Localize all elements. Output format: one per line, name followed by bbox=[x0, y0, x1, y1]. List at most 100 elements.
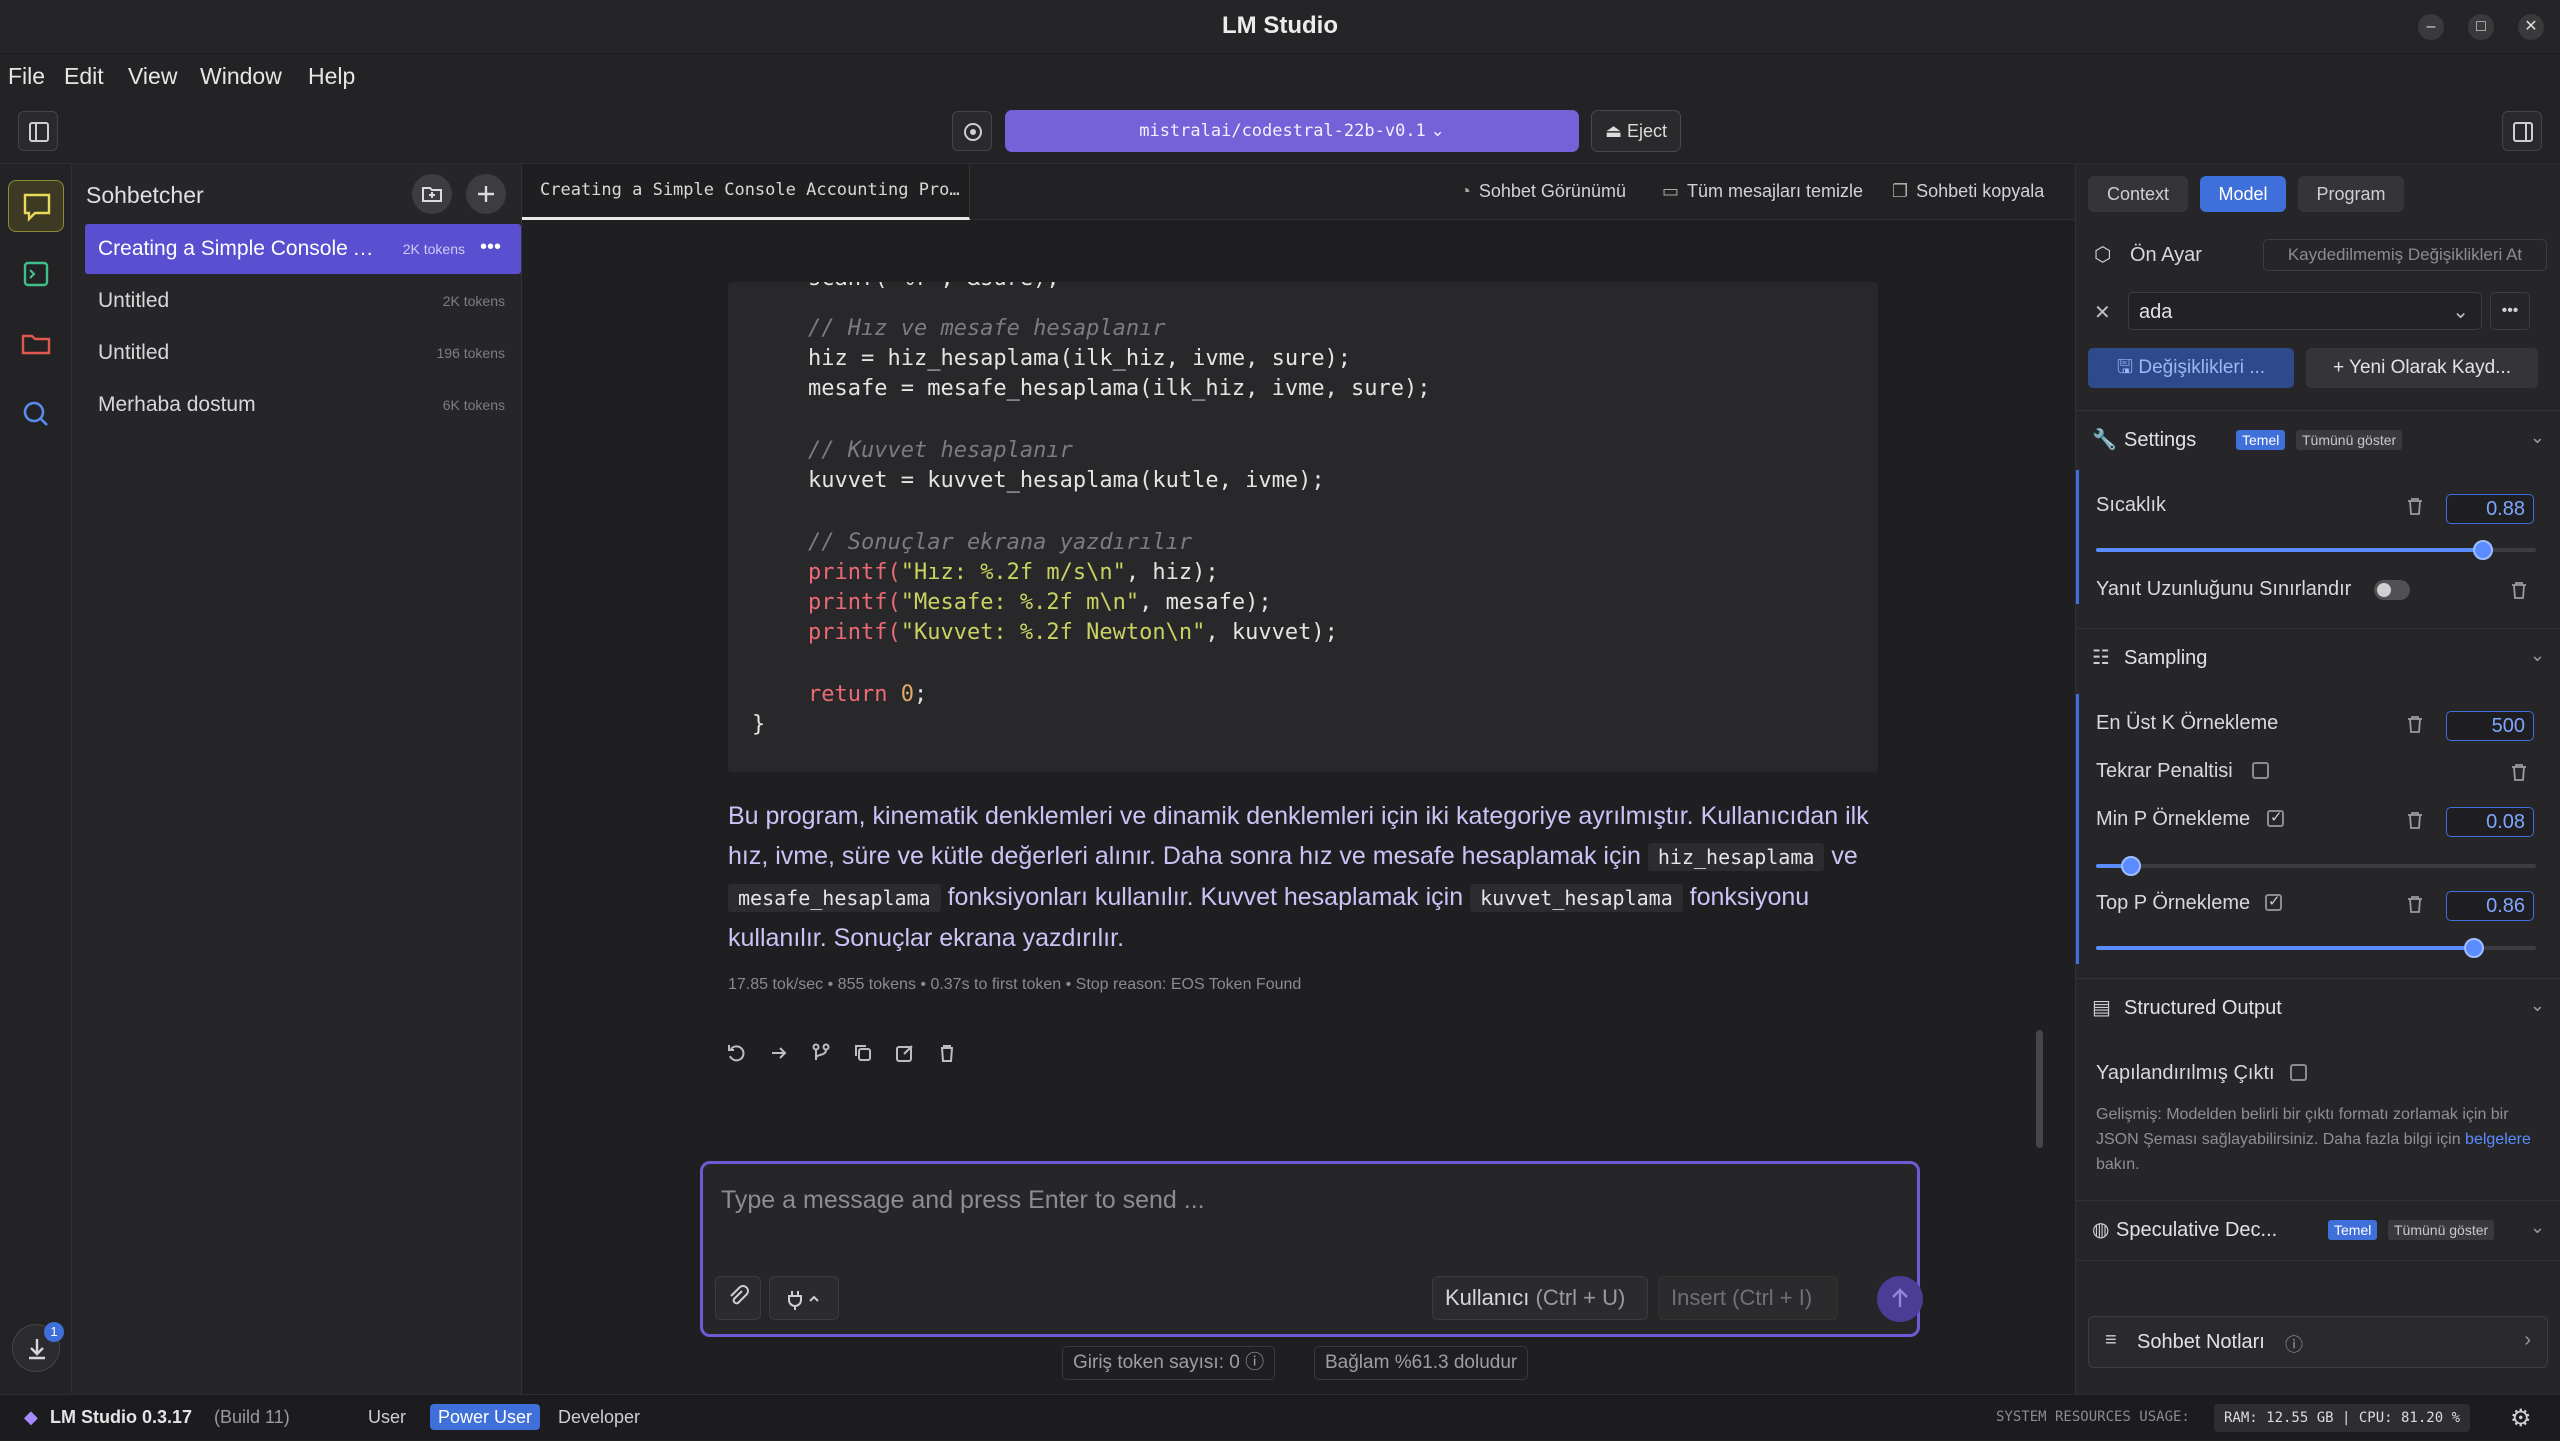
message-composer[interactable]: Type a message and press Enter to send .… bbox=[700, 1161, 1923, 1337]
limit-length-toggle[interactable] bbox=[2374, 580, 2410, 600]
mode-developer[interactable]: Developer bbox=[550, 1404, 648, 1430]
sampling-section-header[interactable]: ☷ Sampling ⌄ bbox=[2076, 628, 2560, 688]
copy-chat-button[interactable]: ❐ Sohbeti kopyala bbox=[1892, 181, 2044, 202]
speculative-decoding-label: Speculative Dec... bbox=[2116, 1219, 2278, 1241]
tab-program[interactable]: Program bbox=[2298, 176, 2404, 212]
menu-edit[interactable]: Edit bbox=[64, 63, 104, 90]
chat-view-button[interactable]: ◔ Sohbet Görünümü bbox=[1460, 181, 1626, 202]
chat-item[interactable]: Merhaba dostum 6K tokens bbox=[85, 380, 521, 430]
settings-section-header[interactable]: 🔧 Settings Temel Tümünü göster ⌄ bbox=[2076, 410, 2560, 470]
show-all-badge[interactable]: Tümünü göster bbox=[2296, 430, 2403, 450]
temperature-slider[interactable] bbox=[2096, 540, 2536, 560]
basic-badge[interactable]: Temel bbox=[2236, 430, 2286, 450]
toggle-right-panel-icon[interactable] bbox=[2502, 111, 2542, 151]
clear-messages-button[interactable]: ▭ Tüm mesajları temizle bbox=[1662, 181, 1863, 202]
slider-knob[interactable] bbox=[2121, 856, 2142, 876]
structured-output-checkbox[interactable] bbox=[2290, 1064, 2307, 1081]
help-icon[interactable]: ⓘ bbox=[2285, 1331, 2303, 1357]
top-p-checkbox[interactable] bbox=[2265, 892, 2282, 911]
temperature-value[interactable]: 0.88 bbox=[2446, 494, 2534, 524]
min-p-slider[interactable] bbox=[2096, 856, 2536, 876]
menu-help[interactable]: Help bbox=[308, 63, 355, 90]
send-button[interactable] bbox=[1877, 1276, 1923, 1322]
chat-item[interactable]: Untitled 196 tokens bbox=[85, 328, 521, 378]
branch-icon[interactable] bbox=[808, 1040, 834, 1066]
mode-power-user[interactable]: Power User bbox=[430, 1404, 541, 1430]
save-as-new-label: Yeni Olarak Kayd... bbox=[2349, 357, 2511, 378]
top-k-value[interactable]: 500 bbox=[2446, 711, 2534, 741]
terminal-icon[interactable] bbox=[8, 248, 64, 300]
close-window-button[interactable]: ✕ bbox=[2518, 14, 2544, 40]
edit-icon[interactable] bbox=[892, 1040, 918, 1066]
inline-code: mesafe_hesaplama bbox=[728, 884, 941, 912]
preset-select[interactable]: ada ⌄ bbox=[2128, 292, 2482, 330]
trash-icon[interactable] bbox=[2406, 714, 2424, 734]
role-user-shortcut: (Ctrl + U) bbox=[1535, 1285, 1626, 1310]
toggle-sidebar-icon[interactable] bbox=[18, 111, 58, 151]
menu-view[interactable]: View bbox=[128, 63, 177, 90]
tab-context[interactable]: Context bbox=[2088, 176, 2188, 212]
save-as-new-button[interactable]: + Yeni Olarak Kayd... bbox=[2306, 348, 2538, 388]
repeat-penalty-checkbox[interactable] bbox=[2252, 762, 2269, 779]
settings-gear-icon[interactable]: ⚙ bbox=[2510, 1404, 2532, 1433]
structured-output-section-header[interactable]: ▤ Structured Output ⌄ bbox=[2076, 978, 2560, 1038]
chat-item-name: Untitled bbox=[98, 341, 170, 364]
gear-icon[interactable] bbox=[952, 111, 992, 151]
tab-model[interactable]: Model bbox=[2200, 176, 2286, 212]
attach-button[interactable] bbox=[715, 1276, 761, 1320]
clear-preset-icon[interactable]: ✕ bbox=[2094, 300, 2111, 325]
code-fn: printf( bbox=[808, 590, 901, 615]
speculative-decoding-section-header[interactable]: ◍ Speculative Dec... Temel Tümünü göster… bbox=[2076, 1200, 2560, 1260]
min-p-value[interactable]: 0.08 bbox=[2446, 807, 2534, 837]
folder-icon[interactable] bbox=[8, 318, 64, 370]
docs-link[interactable]: belgelere bbox=[2465, 1131, 2531, 1148]
slider-knob[interactable] bbox=[2473, 540, 2494, 560]
preset-more-icon[interactable]: ••• bbox=[2490, 292, 2530, 330]
continue-icon[interactable] bbox=[766, 1040, 792, 1066]
save-changes-label: Değişiklikleri ... bbox=[2138, 357, 2266, 378]
code-args: , kuvvet); bbox=[1205, 620, 1338, 645]
model-selector[interactable]: mistralai/codestral-22b-v0.1 ⌄ bbox=[1005, 110, 1579, 152]
search-icon[interactable] bbox=[8, 388, 64, 440]
show-all-badge[interactable]: Tümünü göster bbox=[2388, 1220, 2495, 1240]
maximize-button[interactable]: □ bbox=[2468, 14, 2494, 40]
trash-icon[interactable] bbox=[2510, 762, 2528, 782]
new-folder-button[interactable] bbox=[412, 174, 452, 214]
trash-icon[interactable] bbox=[2510, 580, 2528, 600]
save-changes-button[interactable]: 🖫 Değişiklikleri ... bbox=[2088, 348, 2294, 388]
role-user-button[interactable]: Kullanıcı (Ctrl + U) bbox=[1432, 1276, 1648, 1320]
mode-user[interactable]: User bbox=[360, 1404, 414, 1430]
chat-item-tokens: 196 tokens bbox=[436, 345, 506, 361]
copy-message-icon[interactable] bbox=[850, 1040, 876, 1066]
menu-file[interactable]: File bbox=[8, 63, 45, 90]
chat-icon[interactable] bbox=[8, 180, 64, 232]
trash-icon[interactable] bbox=[2406, 496, 2424, 516]
basic-badge[interactable]: Temel bbox=[2328, 1220, 2378, 1240]
trash-icon[interactable] bbox=[2406, 894, 2424, 914]
trash-icon[interactable] bbox=[2406, 810, 2424, 830]
eject-button[interactable]: ⏏ Eject bbox=[1591, 110, 1681, 152]
message-input[interactable]: Type a message and press Enter to send .… bbox=[721, 1186, 1205, 1215]
chat-notes-button[interactable]: ≡ Sohbet Notları ⓘ › bbox=[2088, 1316, 2548, 1368]
delete-message-icon[interactable] bbox=[934, 1040, 960, 1066]
chat-item-name: Merhaba dostum bbox=[98, 393, 256, 416]
more-options-icon[interactable]: ••• bbox=[480, 236, 501, 259]
menu-window[interactable]: Window bbox=[200, 63, 282, 90]
top-p-value[interactable]: 0.86 bbox=[2446, 891, 2534, 921]
minimize-button[interactable]: – bbox=[2418, 14, 2444, 40]
scrollbar-thumb[interactable] bbox=[2036, 1030, 2043, 1148]
chat-item-active[interactable]: Creating a Simple Console Accounting Pro… bbox=[85, 224, 521, 274]
insert-button[interactable]: Insert (Ctrl + I) bbox=[1658, 1276, 1838, 1320]
discard-changes-button[interactable]: Kaydedilmemiş Değişiklikleri At bbox=[2263, 239, 2547, 271]
wrench-icon: 🔧 bbox=[2092, 429, 2117, 451]
chat-item[interactable]: Untitled 2K tokens bbox=[85, 276, 521, 326]
new-chat-button[interactable] bbox=[466, 174, 506, 214]
min-p-checkbox[interactable] bbox=[2267, 808, 2284, 827]
inline-code: hiz_hesaplama bbox=[1647, 843, 1825, 871]
tab-current-chat[interactable]: Creating a Simple Console Accounting Pro… bbox=[522, 164, 970, 220]
plugin-button[interactable] bbox=[769, 1276, 839, 1320]
top-p-slider[interactable] bbox=[2096, 938, 2536, 958]
regenerate-icon[interactable] bbox=[724, 1040, 750, 1066]
sampling-label: Sampling bbox=[2124, 647, 2208, 669]
slider-knob[interactable] bbox=[2464, 938, 2485, 958]
